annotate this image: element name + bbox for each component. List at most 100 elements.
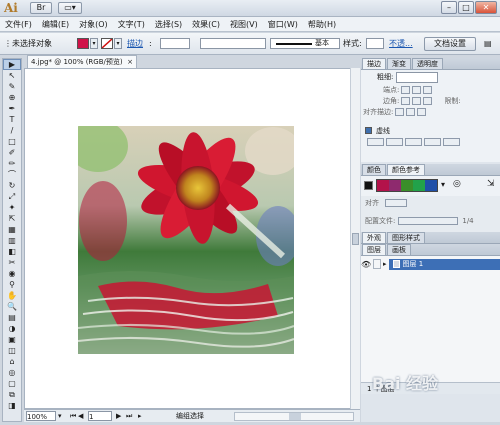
tool-19-icon[interactable]: ◉ — [3, 268, 21, 279]
h-scroll-thumb[interactable] — [289, 413, 301, 420]
opacity-link[interactable]: 不透... — [389, 37, 413, 51]
tab-graphic-styles[interactable]: 图形样式 — [387, 232, 425, 243]
tab-transparency[interactable]: 透明度 — [412, 58, 443, 69]
align-outside-icon[interactable] — [417, 107, 427, 116]
align-center-icon[interactable] — [395, 107, 405, 116]
menu-item[interactable]: 效果(C) — [187, 17, 225, 32]
tool-1-icon[interactable]: ↖ — [3, 70, 21, 81]
menu-item[interactable]: 选择(S) — [150, 17, 187, 32]
harmony-rule-strip[interactable] — [376, 179, 438, 192]
close-tab-icon[interactable]: × — [127, 56, 133, 68]
tool-18-icon[interactable]: ✂ — [3, 257, 21, 268]
tool-15-icon[interactable]: ▦ — [3, 224, 21, 235]
dash-field-1[interactable] — [367, 137, 384, 146]
fill-dropdown-icon[interactable]: ▾ — [90, 38, 98, 49]
tool-31-icon[interactable]: ◨ — [3, 400, 21, 411]
color-wheel-icon[interactable]: ◎ — [453, 179, 461, 189]
layer-row[interactable]: 👁 ▸ 图层 1 — [361, 258, 500, 270]
tool-23-icon[interactable]: ▤ — [3, 312, 21, 323]
butt-cap-icon[interactable] — [401, 85, 411, 94]
round-cap-icon[interactable] — [412, 85, 422, 94]
variable-width-dropdown[interactable] — [200, 38, 266, 49]
tool-21-icon[interactable]: ✋ — [3, 290, 21, 301]
tool-26-icon[interactable]: ◫ — [3, 345, 21, 356]
bevel-join-icon[interactable] — [423, 96, 433, 105]
document-setup-button[interactable]: 文档设置 — [424, 37, 476, 51]
align-option-button[interactable] — [385, 199, 407, 207]
profile-dropdown[interactable] — [398, 217, 459, 225]
tab-layers[interactable]: 图层 — [362, 244, 386, 255]
tool-27-icon[interactable]: ⌂ — [3, 356, 21, 367]
tool-28-icon[interactable]: ◎ — [3, 367, 21, 378]
maximize-button[interactable]: □ — [458, 1, 474, 14]
weight-input[interactable] — [396, 71, 439, 83]
tab-gradient[interactable]: 渐变 — [387, 58, 411, 69]
gap-field-2[interactable] — [424, 137, 441, 146]
dash-field-2[interactable] — [405, 137, 422, 146]
tab-appearance[interactable]: 外观 — [362, 232, 386, 243]
gap-field-1[interactable] — [386, 137, 403, 146]
dash-field-3[interactable] — [443, 137, 460, 146]
tool-7-icon[interactable]: □ — [3, 136, 21, 147]
prev-artboard-icon[interactable]: ◀ — [78, 411, 83, 421]
last-artboard-icon[interactable]: ⏭ — [126, 411, 132, 421]
status-menu-icon[interactable]: ▸ — [138, 411, 142, 421]
lock-toggle[interactable] — [373, 259, 381, 269]
stroke-link[interactable]: 描边 — [127, 37, 143, 51]
round-join-icon[interactable] — [412, 96, 422, 105]
square-cap-icon[interactable] — [423, 85, 433, 94]
vertical-scrollbar[interactable] — [350, 68, 360, 409]
tool-10-icon[interactable]: ⌒ — [3, 169, 21, 180]
fill-swatch[interactable] — [77, 38, 89, 49]
menu-item[interactable]: 帮助(H) — [303, 17, 341, 32]
align-inside-icon[interactable] — [406, 107, 416, 116]
zoom-dropdown-icon[interactable]: ▾ — [58, 411, 62, 421]
tool-0-icon[interactable]: ▶ — [3, 59, 21, 70]
stroke-dropdown-icon[interactable]: ▾ — [114, 38, 122, 49]
bridge-button[interactable]: Br — [30, 2, 52, 14]
stroke-weight-field[interactable] — [160, 38, 190, 49]
tool-8-icon[interactable]: ✐ — [3, 147, 21, 158]
tool-20-icon[interactable]: ⚲ — [3, 279, 21, 290]
tool-29-icon[interactable]: ▢ — [3, 378, 21, 389]
tool-14-icon[interactable]: ⇱ — [3, 213, 21, 224]
dashed-checkbox[interactable] — [365, 127, 372, 134]
next-artboard-icon[interactable]: ▶ — [116, 411, 121, 421]
tool-11-icon[interactable]: ↻ — [3, 180, 21, 191]
menu-item[interactable]: 视图(V) — [225, 17, 263, 32]
tool-5-icon[interactable]: T — [3, 114, 21, 125]
zoom-field[interactable]: 100% — [26, 411, 56, 421]
tool-24-icon[interactable]: ◑ — [3, 323, 21, 334]
control-menu-icon[interactable]: ▤ — [484, 37, 492, 51]
tool-25-icon[interactable]: ▣ — [3, 334, 21, 345]
document-tab[interactable]: 4.jpg* @ 100% (RGB/预览) × — [27, 55, 137, 68]
tab-stroke[interactable]: 描边 — [362, 58, 386, 69]
miter-join-icon[interactable] — [401, 96, 411, 105]
tool-2-icon[interactable]: ✎ — [3, 81, 21, 92]
menu-item[interactable]: 窗口(W) — [263, 17, 303, 32]
harmony-dropdown-icon[interactable]: ▾ — [441, 180, 445, 189]
tool-22-icon[interactable]: 🔍 — [3, 301, 21, 312]
tab-color-guide[interactable]: 颜色参考 — [387, 164, 425, 175]
horizontal-scrollbar[interactable] — [234, 412, 354, 421]
tool-12-icon[interactable]: ⤢ — [3, 191, 21, 202]
stroke-swatch[interactable] — [101, 38, 113, 49]
visibility-eye-icon[interactable]: 👁 — [361, 260, 371, 269]
tool-9-icon[interactable]: ✏ — [3, 158, 21, 169]
menu-item[interactable]: 文字(T) — [113, 17, 150, 32]
arrange-documents-button[interactable]: ▭▾ — [58, 2, 82, 14]
scroll-thumb[interactable] — [352, 233, 359, 245]
current-color-swatch[interactable] — [364, 181, 373, 190]
tool-16-icon[interactable]: ▥ — [3, 235, 21, 246]
expand-triangle-icon[interactable]: ▸ — [383, 260, 387, 268]
tool-3-icon[interactable]: ⊕ — [3, 92, 21, 103]
layer-name-selected[interactable]: 图层 1 — [388, 258, 500, 270]
tab-artboards[interactable]: 画板 — [387, 244, 411, 255]
style-dropdown[interactable] — [366, 38, 384, 49]
tool-13-icon[interactable]: ✦ — [3, 202, 21, 213]
flower-reflection-image[interactable] — [78, 126, 294, 354]
tool-4-icon[interactable]: ✒ — [3, 103, 21, 114]
brush-dropdown[interactable]: 基本 — [270, 38, 340, 49]
tool-6-icon[interactable]: / — [3, 125, 21, 136]
artboard-field[interactable]: 1 — [88, 411, 112, 421]
